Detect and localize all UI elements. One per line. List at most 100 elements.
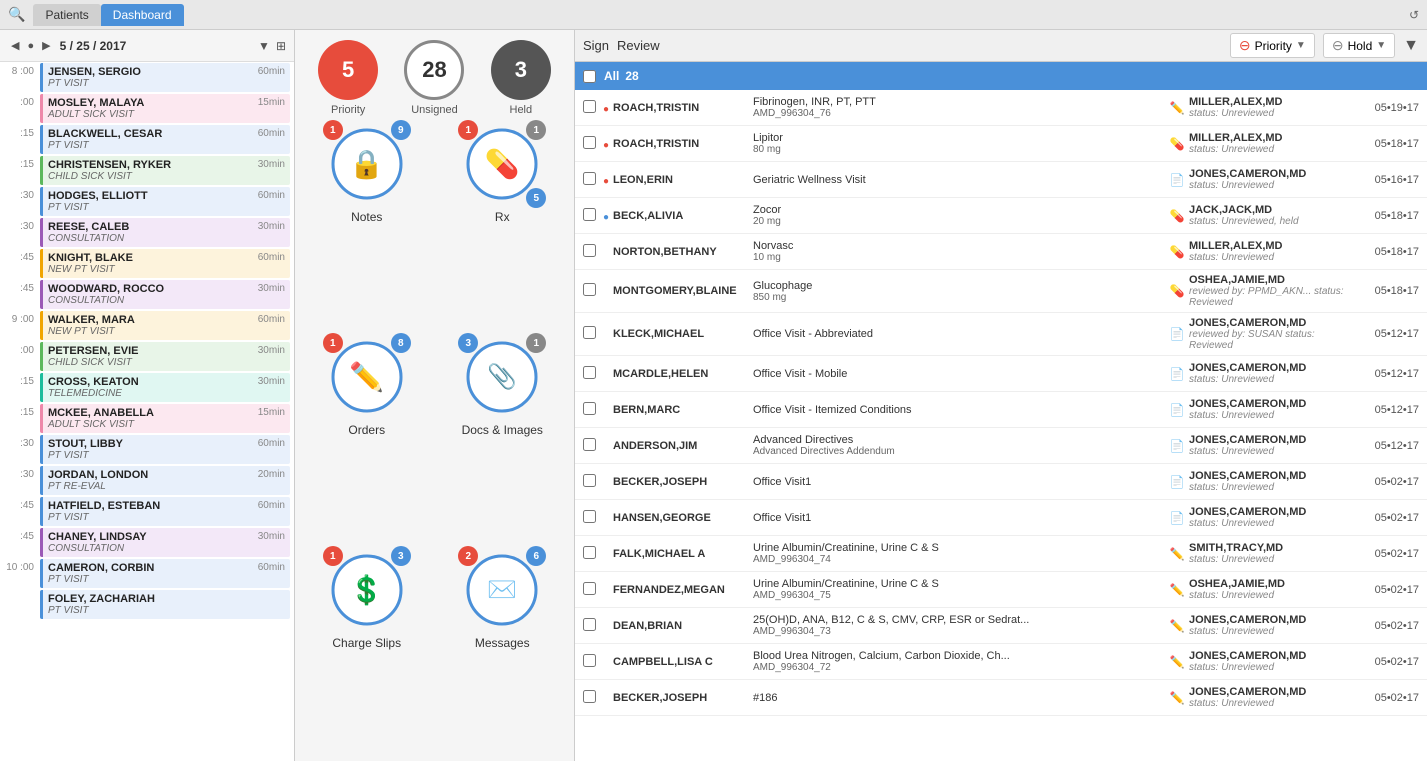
table-row[interactable]: ● LEON,ERIN Geriatric Wellness Visit 📄 J… <box>575 162 1427 198</box>
notes-icon: 🔒 <box>349 148 384 181</box>
row-checkbox-wrap[interactable] <box>583 474 603 490</box>
row-checkbox-wrap[interactable] <box>583 326 603 342</box>
doctor-status: status: Unreviewed <box>1189 374 1359 385</box>
row-checkbox-wrap[interactable] <box>583 438 603 454</box>
appointment-item[interactable]: 60min CAMERON, CORBIN PT VISIT <box>40 559 290 588</box>
appointment-item[interactable]: 15min MCKEE, ANABELLA ADULT SICK VISIT <box>40 404 290 433</box>
appointment-item[interactable]: 60min BLACKWELL, CESAR PT VISIT <box>40 125 290 154</box>
appointment-item[interactable]: 60min STOUT, LIBBY PT VISIT <box>40 435 290 464</box>
nav-dot[interactable]: ● <box>24 39 37 53</box>
row-checkbox-wrap[interactable] <box>583 136 603 152</box>
hold-button[interactable]: ⊖ Hold ▼ <box>1323 33 1395 58</box>
table-row[interactable]: FALK,MICHAEL A Urine Albumin/Creatinine,… <box>575 536 1427 572</box>
row-checkbox[interactable] <box>583 172 596 185</box>
next-arrow[interactable]: ▶ <box>39 38 53 53</box>
appointment-item[interactable]: 60min HODGES, ELLIOTT PT VISIT <box>40 187 290 216</box>
appointment-item[interactable]: 30min CHRISTENSEN, RYKER CHILD SICK VISI… <box>40 156 290 185</box>
filter-icon[interactable]: ▼ <box>258 39 270 53</box>
appointment-item[interactable]: 60min WALKER, MARA NEW PT VISIT <box>40 311 290 340</box>
appointment-item[interactable]: 60min JENSEN, SERGIO PT VISIT <box>40 63 290 92</box>
row-checkbox-wrap[interactable] <box>583 208 603 224</box>
row-checkbox-wrap[interactable] <box>583 618 603 634</box>
row-checkbox-wrap[interactable] <box>583 402 603 418</box>
prev-arrow[interactable]: ◀ <box>8 38 22 53</box>
appointment-item[interactable]: 30min WOODWARD, ROCCO CONSULTATION <box>40 280 290 309</box>
row-checkbox[interactable] <box>583 326 596 339</box>
appointment-item[interactable]: 30min PETERSEN, EVIE CHILD SICK VISIT <box>40 342 290 371</box>
table-row[interactable]: NORTON,BETHANY Norvasc 10 mg 💊 MILLER,AL… <box>575 234 1427 270</box>
apt-name: STOUT, LIBBY <box>48 438 285 450</box>
row-checkbox[interactable] <box>583 283 596 296</box>
priority-dropdown-arrow[interactable]: ▼ <box>1296 40 1306 51</box>
row-checkbox[interactable] <box>583 582 596 595</box>
row-checkbox-wrap[interactable] <box>583 690 603 706</box>
priority-button[interactable]: ⊖ Priority ▼ <box>1230 33 1315 58</box>
row-checkbox[interactable] <box>583 366 596 379</box>
table-row[interactable]: CAMPBELL,LISA C Blood Urea Nitrogen, Cal… <box>575 644 1427 680</box>
appointment-item[interactable]: 20min JORDAN, LONDON PT RE-EVAL <box>40 466 290 495</box>
columns-icon[interactable]: ⊞ <box>276 39 286 53</box>
table-row[interactable]: ● BECK,ALIVIA Zocor 20 mg 💊 JACK,JACK,MD… <box>575 198 1427 234</box>
unsigned-item[interactable]: 28 Unsigned <box>404 40 464 116</box>
table-row[interactable]: FERNANDEZ,MEGAN Urine Albumin/Creatinine… <box>575 572 1427 608</box>
row-checkbox-wrap[interactable] <box>583 100 603 116</box>
appointment-item[interactable]: FOLEY, ZACHARIAH PT VISIT <box>40 590 290 619</box>
table-row[interactable]: BERN,MARC Office Visit - Itemized Condit… <box>575 392 1427 428</box>
rx-icon: 💊 <box>485 148 520 181</box>
row-checkbox-wrap[interactable] <box>583 283 603 299</box>
messages-action[interactable]: ✉️ 2 6 Messages <box>441 550 565 751</box>
row-checkbox[interactable] <box>583 402 596 415</box>
row-checkbox-wrap[interactable] <box>583 546 603 562</box>
row-checkbox-wrap[interactable] <box>583 654 603 670</box>
table-row[interactable]: MONTGOMERY,BLAINE Glucophage 850 mg 💊 OS… <box>575 270 1427 313</box>
row-checkbox-wrap[interactable] <box>583 510 603 526</box>
doctor-status: status: Unreviewed <box>1189 590 1359 601</box>
notes-action[interactable]: 🔒 1 9 Notes <box>305 124 429 325</box>
held-item[interactable]: 3 Held <box>491 40 551 116</box>
dashboard-tab[interactable]: Dashboard <box>101 4 184 26</box>
table-row[interactable]: HANSEN,GEORGE Office Visit1 📄 JONES,CAME… <box>575 500 1427 536</box>
table-row[interactable]: ● ROACH,TRISTIN Fibrinogen, INR, PT, PTT… <box>575 90 1427 126</box>
appointment-item[interactable]: 60min HATFIELD, ESTEBAN PT VISIT <box>40 497 290 526</box>
row-checkbox[interactable] <box>583 100 596 113</box>
orders-action[interactable]: ✏️ 1 8 Orders <box>305 337 429 538</box>
sign-button[interactable]: Sign <box>583 38 609 53</box>
hold-dropdown-arrow[interactable]: ▼ <box>1376 40 1386 51</box>
select-all-checkbox[interactable] <box>583 70 596 83</box>
table-filter-button[interactable]: ▼ <box>1403 37 1419 55</box>
priority-item[interactable]: 5 Priority <box>318 40 378 116</box>
appointment-item[interactable]: 30min CHANEY, LINDSAY CONSULTATION <box>40 528 290 557</box>
appointment-item[interactable]: 30min REESE, CALEB CONSULTATION <box>40 218 290 247</box>
review-button[interactable]: Review <box>617 38 660 53</box>
table-row[interactable]: MCARDLE,HELEN Office Visit - Mobile 📄 JO… <box>575 356 1427 392</box>
row-checkbox[interactable] <box>583 136 596 149</box>
search-icon[interactable]: 🔍 <box>8 6 25 23</box>
appointment-item[interactable]: 60min KNIGHT, BLAKE NEW PT VISIT <box>40 249 290 278</box>
docs-action[interactable]: 📎 1 3 Docs & Images <box>441 337 565 538</box>
charge-slips-action[interactable]: 💲 1 3 Charge Slips <box>305 550 429 751</box>
table-row[interactable]: DEAN,BRIAN 25(OH)D, ANA, B12, C & S, CMV… <box>575 608 1427 644</box>
patients-tab[interactable]: Patients <box>33 4 100 26</box>
row-checkbox-wrap[interactable] <box>583 366 603 382</box>
row-checkbox[interactable] <box>583 438 596 451</box>
appointment-item[interactable]: 30min CROSS, KEATON TELEMEDICINE <box>40 373 290 402</box>
refresh-icon[interactable]: ↺ <box>1409 8 1419 22</box>
table-row[interactable]: ANDERSON,JIM Advanced Directives Advance… <box>575 428 1427 464</box>
table-row[interactable]: ● ROACH,TRISTIN Lipitor 80 mg 💊 MILLER,A… <box>575 126 1427 162</box>
row-checkbox[interactable] <box>583 690 596 703</box>
table-row[interactable]: BECKER,JOSEPH #186 ✏️ JONES,CAMERON,MD s… <box>575 680 1427 716</box>
row-checkbox-wrap[interactable] <box>583 244 603 260</box>
row-checkbox[interactable] <box>583 618 596 631</box>
appointment-item[interactable]: 15min MOSLEY, MALAYA ADULT SICK VISIT <box>40 94 290 123</box>
row-checkbox[interactable] <box>583 208 596 221</box>
row-checkbox[interactable] <box>583 474 596 487</box>
row-checkbox[interactable] <box>583 654 596 667</box>
table-row[interactable]: KLECK,MICHAEL Office Visit - Abbreviated… <box>575 313 1427 356</box>
row-checkbox[interactable] <box>583 546 596 559</box>
rx-action[interactable]: 💊 1 1 5 Rx <box>441 124 565 325</box>
row-checkbox-wrap[interactable] <box>583 582 603 598</box>
table-row[interactable]: BECKER,JOSEPH Office Visit1 📄 JONES,CAME… <box>575 464 1427 500</box>
row-checkbox-wrap[interactable] <box>583 172 603 188</box>
row-checkbox[interactable] <box>583 244 596 257</box>
row-checkbox[interactable] <box>583 510 596 523</box>
